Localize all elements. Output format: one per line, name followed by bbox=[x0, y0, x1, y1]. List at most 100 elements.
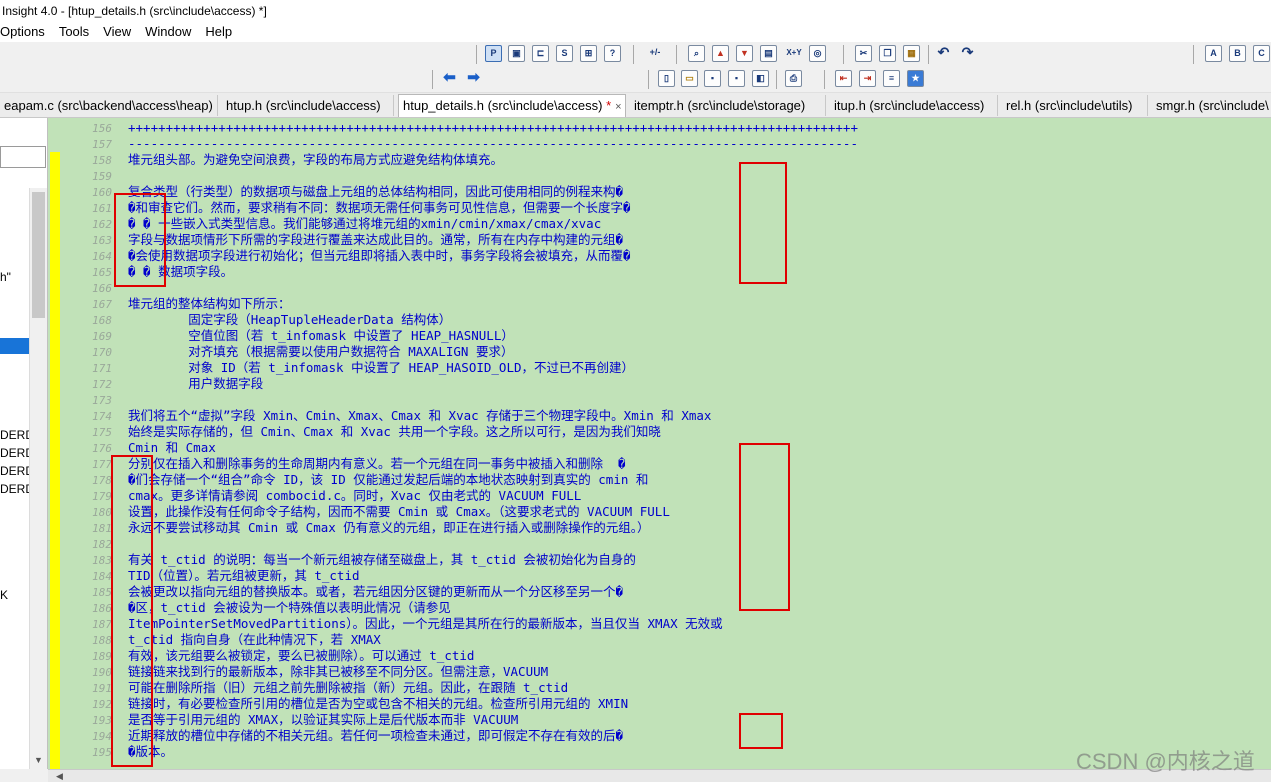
line-number: 190 bbox=[92, 666, 112, 679]
letter-a-icon[interactable]: A bbox=[1205, 45, 1222, 62]
tab-itemptr-h[interactable]: itemptr.h (src\include\storage) bbox=[630, 95, 826, 116]
new-file-icon[interactable]: ▯ bbox=[658, 70, 675, 87]
back-icon[interactable]: ⬅ bbox=[441, 70, 458, 87]
close-icon[interactable]: ◧ bbox=[752, 70, 769, 87]
symbol-search-input[interactable] bbox=[0, 146, 46, 168]
line-number: 182 bbox=[92, 538, 112, 551]
line-number: 181 bbox=[92, 522, 112, 535]
print-icon[interactable]: ⎙ bbox=[785, 70, 802, 87]
toggle-p-icon[interactable]: P bbox=[485, 45, 502, 62]
web-icon[interactable]: ◎ bbox=[809, 45, 826, 62]
code-line[interactable]: 167 堆元组的整体结构如下所示： bbox=[62, 296, 858, 312]
symbol-panel-scrollbar[interactable]: ▼ bbox=[29, 188, 47, 769]
redo-icon[interactable]: ↷ bbox=[959, 45, 976, 62]
code-line[interactable]: 187 ItemPointerSetMovedPartitions）。因此，一个元… bbox=[62, 616, 858, 632]
cut-icon[interactable]: ✂ bbox=[855, 45, 872, 62]
code-line[interactable]: 175 始终是实际存储的，但 Cmin、Cmax 和 Xvac 共用一个字段。这之… bbox=[62, 424, 858, 440]
bookmark-icon[interactable]: ▤ bbox=[760, 45, 777, 62]
outline-icon[interactable]: ⊏ bbox=[532, 45, 549, 62]
code-line[interactable]: 173 bbox=[62, 392, 858, 408]
code-line[interactable]: 156 +++++++++++++++++++++++++++++++++++++… bbox=[62, 120, 858, 136]
code-line[interactable]: 192 链接时，有必要检查所引用的槽位是否为空或包含不相关的元组。检查所引用元组的… bbox=[62, 696, 858, 712]
symbol-list-item[interactable]: h" bbox=[0, 270, 11, 284]
line-number: 183 bbox=[92, 554, 112, 567]
line-number: 189 bbox=[92, 650, 112, 663]
menu-view[interactable]: View bbox=[96, 22, 138, 42]
letter-b-icon[interactable]: B bbox=[1229, 45, 1246, 62]
code-text: 对象 ID（若 t_infomask 中设置了 HEAP_HASOID_OLD，… bbox=[128, 360, 635, 375]
menu-options[interactable]: Options bbox=[0, 22, 52, 42]
letter-c-icon[interactable]: C bbox=[1253, 45, 1270, 62]
copy-icon[interactable]: ❐ bbox=[879, 45, 896, 62]
code-text: 空值位图（若 t_infomask 中设置了 HEAP_HASNULL） bbox=[128, 328, 514, 343]
line-number: 160 bbox=[92, 186, 112, 199]
find-icon[interactable]: ⌕ bbox=[688, 45, 705, 62]
relation-icon[interactable]: ⊞ bbox=[580, 45, 597, 62]
star-icon[interactable]: ★ bbox=[907, 70, 924, 87]
symbol-icon[interactable]: S bbox=[556, 45, 573, 62]
code-text: �和审查它们。然而，要求稍有不同：数据项无需任何事务可见性信息，但需要一个长度字… bbox=[128, 200, 631, 215]
code-line[interactable]: 157 -------------------------------------… bbox=[62, 136, 858, 152]
code-line[interactable]: 172 用户数据字段 bbox=[62, 376, 858, 392]
menu-tools[interactable]: Tools bbox=[52, 22, 96, 42]
open-file-icon[interactable]: ▭ bbox=[681, 70, 698, 87]
code-text: Cmin 和 Cmax bbox=[128, 440, 216, 455]
code-line[interactable]: 188 t_ctid 指向自身（在此种情况下，若 XMAX bbox=[62, 632, 858, 648]
line-number: 175 bbox=[92, 426, 112, 439]
line-number: 192 bbox=[92, 698, 112, 711]
save-icon[interactable]: ▪ bbox=[704, 70, 721, 87]
menu-window[interactable]: Window bbox=[138, 22, 198, 42]
code-line[interactable]: 171 对象 ID（若 t_infomask 中设置了 HEAP_HASOID_… bbox=[62, 360, 858, 376]
code-text: 可能在删除所指（旧）元组之前先删除被指（新）元组。因此，在跟随 t_ctid bbox=[128, 680, 569, 695]
increment-icon[interactable]: +/- bbox=[644, 45, 666, 62]
save-all-icon[interactable]: ▪ bbox=[728, 70, 745, 87]
cross-ref-icon[interactable]: X+Y bbox=[784, 45, 804, 62]
modified-indicator: * bbox=[606, 98, 612, 113]
forward-icon[interactable]: ➡ bbox=[465, 70, 482, 87]
line-number: 164 bbox=[92, 250, 112, 263]
code-editor[interactable]: 156 +++++++++++++++++++++++++++++++++++++… bbox=[48, 118, 1271, 769]
list-icon[interactable]: ≡ bbox=[883, 70, 900, 87]
jump-up-icon[interactable]: ▲ bbox=[712, 45, 729, 62]
tab-close-icon[interactable]: × bbox=[615, 101, 621, 113]
browse-icon[interactable]: ? bbox=[604, 45, 621, 62]
highlight-box bbox=[114, 193, 166, 287]
undo-icon[interactable]: ↶ bbox=[935, 45, 952, 62]
code-line[interactable]: 189 有效，该元组要么被锁定，要么已被删除）。可以通过 t_ctid bbox=[62, 648, 858, 664]
menu-help[interactable]: Help bbox=[198, 22, 239, 42]
line-number: 188 bbox=[92, 634, 112, 647]
code-line[interactable]: 168 固定字段（HeapTupleHeaderData 结构体） bbox=[62, 312, 858, 328]
indent-left-icon[interactable]: ⇤ bbox=[835, 70, 852, 87]
code-text: 用户数据字段 bbox=[128, 376, 264, 391]
paste-icon[interactable]: ▦ bbox=[903, 45, 920, 62]
code-line[interactable]: 190 链接链来找到行的最新版本，除非其已被移至不同分区。但需注意，VACUUM bbox=[62, 664, 858, 680]
line-number: 179 bbox=[92, 490, 112, 503]
code-line[interactable]: 170 对齐填充（根据需要以使用户数据符合 MAXALIGN 要求） bbox=[62, 344, 858, 360]
code-line[interactable]: 191 可能在删除所指（旧）元组之前先删除被指（新）元组。因此，在跟随 t_cti… bbox=[62, 680, 858, 696]
tab-rel-h[interactable]: rel.h (src\include\utils) bbox=[1002, 95, 1148, 116]
indent-right-icon[interactable]: ⇥ bbox=[859, 70, 876, 87]
scroll-left-icon[interactable]: ◀ bbox=[56, 770, 63, 782]
file-tab-strip: eapam.c (src\backend\access\heap) htup.h… bbox=[0, 93, 1271, 118]
symbol-list-item[interactable]: K bbox=[0, 588, 8, 602]
scroll-down-icon[interactable]: ▼ bbox=[34, 755, 43, 765]
code-text: 复合类型（行类型）的数据项与磁盘上元组的总体结构相同，因此可使用相同的例程来构� bbox=[128, 184, 624, 199]
code-line[interactable]: 169 空值位图（若 t_infomask 中设置了 HEAP_HASNULL） bbox=[62, 328, 858, 344]
line-number: 187 bbox=[92, 618, 112, 631]
tab-smgr-h[interactable]: smgr.h (src\include\ bbox=[1152, 95, 1271, 116]
highlight-box bbox=[739, 713, 783, 749]
tab-heapam-c[interactable]: eapam.c (src\backend\access\heap) bbox=[0, 95, 218, 116]
code-line[interactable]: 174 我们将五个“虚拟”字段 Xmin、Cmin、Xmax、Cmax 和 Xva… bbox=[62, 408, 858, 424]
toolbar-separator bbox=[928, 45, 929, 64]
toolbar-separator bbox=[843, 45, 844, 64]
tab-label: itemptr.h (src\include\storage) bbox=[634, 98, 806, 113]
scrollbar-thumb[interactable] bbox=[32, 192, 45, 318]
tab-htup-details-h[interactable]: htup_details.h (src\include\access) * × bbox=[398, 94, 626, 117]
tab-htup-h[interactable]: htup.h (src\include\access) bbox=[222, 95, 394, 116]
code-text: 会被更改以指向元组的替换版本。或者，若元组因分区键的更新而从一个分区移至另一个� bbox=[128, 584, 624, 599]
line-number: 169 bbox=[92, 330, 112, 343]
tab-itup-h[interactable]: itup.h (src\include\access) bbox=[830, 95, 998, 116]
selected-symbol-item[interactable] bbox=[0, 338, 29, 354]
jump-down-icon[interactable]: ▼ bbox=[736, 45, 753, 62]
select-icon[interactable]: ▣ bbox=[508, 45, 525, 62]
